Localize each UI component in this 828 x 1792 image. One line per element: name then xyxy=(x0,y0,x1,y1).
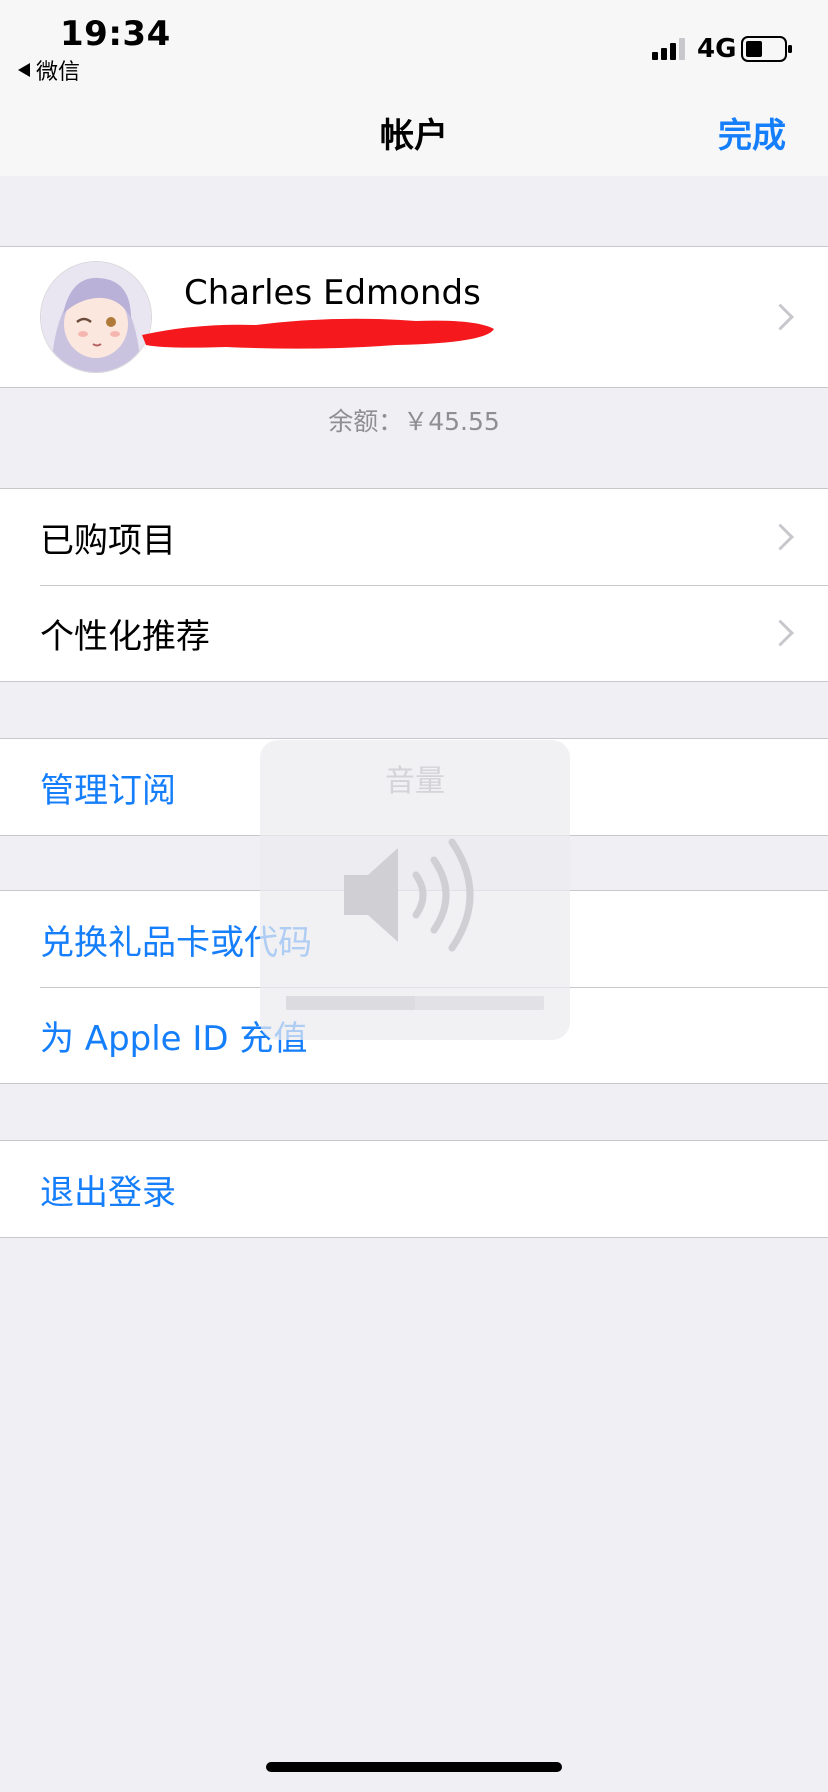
volume-level-fill xyxy=(286,996,415,1010)
status-time: 19:34 xyxy=(60,14,171,54)
speaker-volume-icon xyxy=(344,838,474,952)
back-arrow-icon xyxy=(18,63,30,77)
manage-subscriptions-link[interactable]: 管理订阅 xyxy=(40,763,176,812)
profile-group: Charles Edmonds zo xyxy=(0,246,828,388)
purchases-group: 已购项目 个性化推荐 xyxy=(0,488,828,682)
purchased-items-label: 已购项目 xyxy=(40,520,176,561)
volume-title: 音量 xyxy=(385,764,445,799)
personalized-recommendations-row[interactable]: 个性化推荐 xyxy=(0,585,828,681)
sign-out-row[interactable]: 退出登录 xyxy=(0,1141,828,1237)
avatar-image xyxy=(41,262,151,372)
purchased-items-row[interactable]: 已购项目 xyxy=(0,489,828,585)
account-screen: 19:34 微信 4G 帐户 完成 Charles Edmonds 余额：￥45… xyxy=(0,0,828,1792)
volume-hud: 音量 xyxy=(260,740,570,1040)
sign-out-link[interactable]: 退出登录 xyxy=(40,1165,176,1214)
back-app-label: 微信 xyxy=(36,60,81,85)
back-to-app-link[interactable]: 微信 xyxy=(18,54,80,86)
page-title: 帐户 xyxy=(380,116,448,156)
profile-row[interactable]: Charles Edmonds zo xyxy=(0,247,828,387)
top-bar: 19:34 微信 4G 帐户 完成 xyxy=(0,0,828,176)
chevron-right-icon xyxy=(767,303,794,331)
account-balance: 余额：￥45.55 xyxy=(328,407,500,436)
personalized-recommendations-label: 个性化推荐 xyxy=(40,616,210,657)
network-type: 4G xyxy=(697,34,737,64)
signal-strength-icon xyxy=(652,38,685,60)
chevron-right-icon xyxy=(767,619,794,647)
redaction-scribble xyxy=(142,318,494,349)
volume-level-bar xyxy=(286,996,544,1010)
chevron-right-icon xyxy=(767,523,794,551)
home-indicator[interactable] xyxy=(266,1762,562,1772)
done-button[interactable]: 完成 xyxy=(718,108,786,157)
battery-icon xyxy=(741,36,792,62)
sign-out-group: 退出登录 xyxy=(0,1140,828,1238)
